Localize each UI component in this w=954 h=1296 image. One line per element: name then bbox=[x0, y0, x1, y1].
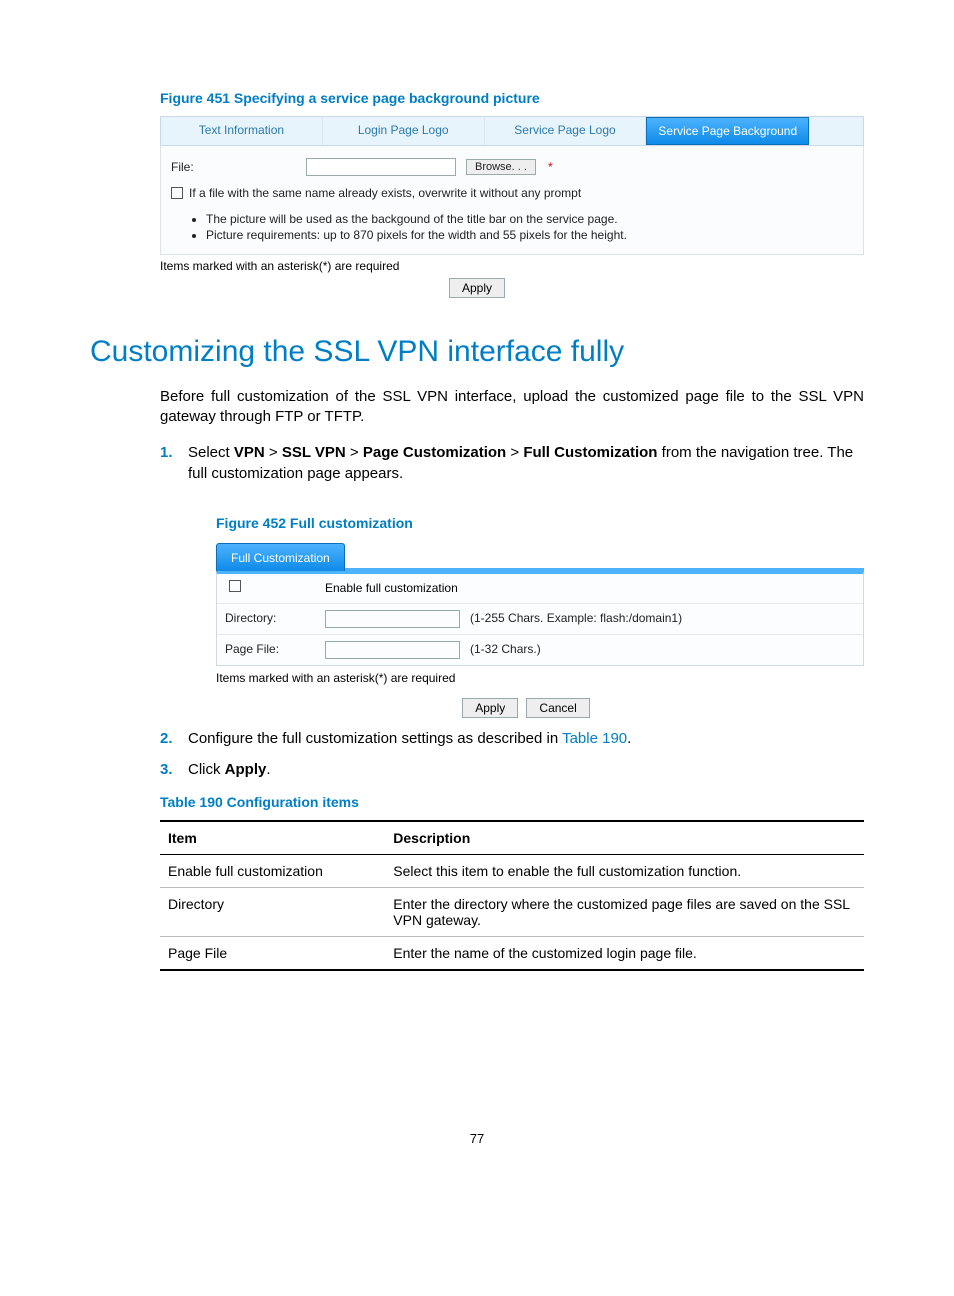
tab-login-page-logo[interactable]: Login Page Logo bbox=[323, 117, 485, 145]
cell-desc: Enter the name of the customized login p… bbox=[385, 936, 864, 970]
figure-451-notes: The picture will be used as the backgoun… bbox=[206, 212, 853, 242]
enable-label: Enable full customization bbox=[325, 580, 458, 597]
steps-list: Select VPN > SSL VPN > Page Customizatio… bbox=[160, 442, 864, 780]
figure-451-body: File: Browse. . . * If a file with the s… bbox=[160, 146, 864, 255]
file-input[interactable] bbox=[306, 158, 456, 176]
overwrite-checkbox[interactable] bbox=[171, 187, 183, 199]
figure-452-caption: Figure 452 Full customization bbox=[216, 514, 864, 534]
page-number: 77 bbox=[90, 1131, 864, 1146]
tab-line bbox=[345, 543, 864, 571]
section-heading: Customizing the SSL VPN interface fully bbox=[90, 335, 864, 369]
required-note-451: Items marked with an asterisk(*) are req… bbox=[160, 259, 864, 273]
browse-button[interactable]: Browse. . . bbox=[466, 159, 536, 175]
nav-fullcust: Full Customization bbox=[523, 444, 657, 461]
apply-button-452[interactable]: Apply bbox=[462, 698, 518, 718]
th-description: Description bbox=[385, 821, 864, 855]
enable-checkbox[interactable] bbox=[229, 580, 241, 592]
tab-text-information[interactable]: Text Information bbox=[161, 117, 323, 145]
cell-item: Page File bbox=[160, 936, 385, 970]
nav-vpn: VPN bbox=[234, 444, 265, 461]
intro-text: Before full customization of the SSL VPN… bbox=[160, 387, 864, 428]
step3-pre: Click bbox=[188, 761, 225, 778]
file-label: File: bbox=[171, 160, 296, 174]
table-row: Enable full customization Select this it… bbox=[160, 854, 864, 887]
figure-451: Text Information Login Page Logo Service… bbox=[160, 116, 864, 255]
table-190: Item Description Enable full customizati… bbox=[160, 820, 864, 971]
nav-sslvpn: SSL VPN bbox=[282, 444, 346, 461]
tab-service-page-logo[interactable]: Service Page Logo bbox=[485, 117, 647, 145]
note-item: Picture requirements: up to 870 pixels f… bbox=[206, 228, 853, 242]
directory-input[interactable] bbox=[325, 610, 460, 628]
step-3: Click Apply. bbox=[160, 759, 864, 780]
step1-pre: Select bbox=[188, 444, 234, 461]
tab-spacer bbox=[809, 117, 863, 145]
buttons-452: Apply Cancel bbox=[188, 697, 864, 718]
step3-apply: Apply bbox=[225, 761, 267, 778]
step2-pre: Configure the full customization setting… bbox=[188, 730, 562, 747]
tab-full-customization[interactable]: Full Customization bbox=[216, 543, 345, 571]
directory-label: Directory: bbox=[225, 610, 315, 627]
step2-post: . bbox=[627, 730, 631, 747]
required-note-452: Items marked with an asterisk(*) are req… bbox=[216, 670, 864, 687]
required-asterisk: * bbox=[546, 160, 553, 174]
table-190-caption: Table 190 Configuration items bbox=[160, 794, 864, 810]
step-1: Select VPN > SSL VPN > Page Customizatio… bbox=[160, 442, 864, 718]
figure-451-caption: Figure 451 Specifying a service page bac… bbox=[160, 90, 864, 106]
cancel-button-452[interactable]: Cancel bbox=[526, 698, 589, 718]
apply-wrap-451: Apply bbox=[90, 279, 864, 295]
directory-hint: (1-255 Chars. Example: flash:/domain1) bbox=[470, 610, 682, 627]
pagefile-input[interactable] bbox=[325, 641, 460, 659]
cell-desc: Enter the directory where the customized… bbox=[385, 887, 864, 936]
apply-button-451[interactable]: Apply bbox=[449, 278, 505, 298]
figure-452-body: Enable full customization Directory: (1-… bbox=[216, 571, 864, 666]
cell-item: Enable full customization bbox=[160, 854, 385, 887]
note-item: The picture will be used as the backgoun… bbox=[206, 212, 853, 226]
figure-452: Full Customization Enable full customiza… bbox=[216, 543, 864, 666]
table-row: Directory Enter the directory where the … bbox=[160, 887, 864, 936]
cell-desc: Select this item to enable the full cust… bbox=[385, 854, 864, 887]
th-item: Item bbox=[160, 821, 385, 855]
pagefile-label: Page File: bbox=[225, 641, 315, 658]
tabs-451: Text Information Login Page Logo Service… bbox=[160, 116, 864, 146]
pagefile-hint: (1-32 Chars.) bbox=[470, 641, 541, 658]
overwrite-label: If a file with the same name already exi… bbox=[189, 186, 581, 200]
step-2: Configure the full customization setting… bbox=[160, 728, 864, 749]
tab-service-page-background[interactable]: Service Page Background bbox=[646, 117, 809, 145]
table-row: Page File Enter the name of the customiz… bbox=[160, 936, 864, 970]
table-190-link[interactable]: Table 190 bbox=[562, 730, 627, 747]
step3-post: . bbox=[266, 761, 270, 778]
nav-pagecust: Page Customization bbox=[363, 444, 506, 461]
cell-item: Directory bbox=[160, 887, 385, 936]
